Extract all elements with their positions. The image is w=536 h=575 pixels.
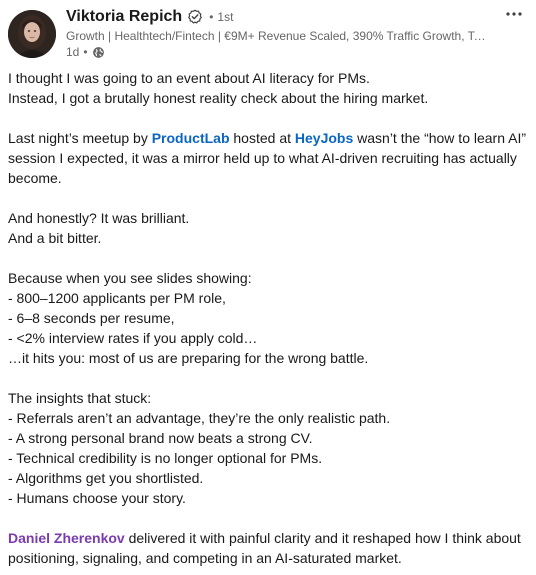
more-options-icon bbox=[506, 12, 522, 16]
connection-degree: 1st bbox=[217, 10, 234, 24]
author-avatar[interactable] bbox=[8, 10, 56, 58]
post-paragraph: Daniel Zherenkov delivered it with painf… bbox=[8, 528, 530, 568]
post-line: …it hits you: most of us are preparing f… bbox=[8, 350, 369, 366]
post-list-item: - Technical credibility is no longer opt… bbox=[8, 450, 323, 466]
post-text: hosted at bbox=[229, 130, 295, 146]
degree-separator: • bbox=[209, 10, 214, 24]
post-body: I thought I was going to an event about … bbox=[8, 68, 530, 568]
post-list-item: - Humans choose your story. bbox=[8, 490, 186, 506]
post-text: Last night’s meetup by bbox=[8, 130, 152, 146]
post-paragraph: Last night’s meetup by ProductLab hosted… bbox=[8, 128, 530, 188]
post-time: 1d bbox=[66, 45, 80, 59]
post-list-item: - 6–8 seconds per resume, bbox=[8, 310, 175, 326]
post-meta: 1d • bbox=[66, 45, 105, 59]
post-line: I thought I was going to an event about … bbox=[8, 70, 370, 86]
time-separator: • bbox=[83, 45, 88, 59]
post-line: Because when you see slides showing: bbox=[8, 270, 252, 286]
author-headline: Growth | Healthtech/Fintech | €9M+ Reven… bbox=[66, 29, 490, 43]
mention-daniel-zherenkov-link[interactable]: Daniel Zherenkov bbox=[8, 530, 125, 546]
mention-productlab-link[interactable]: ProductLab bbox=[152, 130, 230, 146]
post-line: Instead, I got a brutally honest reality… bbox=[8, 90, 429, 106]
post-list-item: - <2% interview rates if you apply cold… bbox=[8, 330, 258, 346]
post-list-item: - 800–1200 applicants per PM role, bbox=[8, 290, 226, 306]
globe-icon bbox=[92, 46, 105, 59]
author-name[interactable]: Viktoria Repich bbox=[66, 8, 182, 26]
post-list-item: - Referrals aren’t an advantage, they’re… bbox=[8, 410, 391, 426]
mention-heyjobs-link[interactable]: HeyJobs bbox=[295, 130, 353, 146]
post-line: And a bit bitter. bbox=[8, 230, 102, 246]
author-name-row: Viktoria Repich • 1st bbox=[66, 8, 233, 26]
verified-badge-icon bbox=[187, 9, 203, 25]
post-line: And honestly? It was brilliant. bbox=[8, 210, 190, 226]
post-line: The insights that stuck: bbox=[8, 390, 152, 406]
more-options-button[interactable] bbox=[502, 4, 526, 24]
feed-post: Viktoria Repich • 1st Growth | Healthtec… bbox=[0, 0, 536, 575]
post-list-item: - A strong personal brand now beats a st… bbox=[8, 430, 313, 446]
post-list-item: - Algorithms get you shortlisted. bbox=[8, 470, 204, 486]
